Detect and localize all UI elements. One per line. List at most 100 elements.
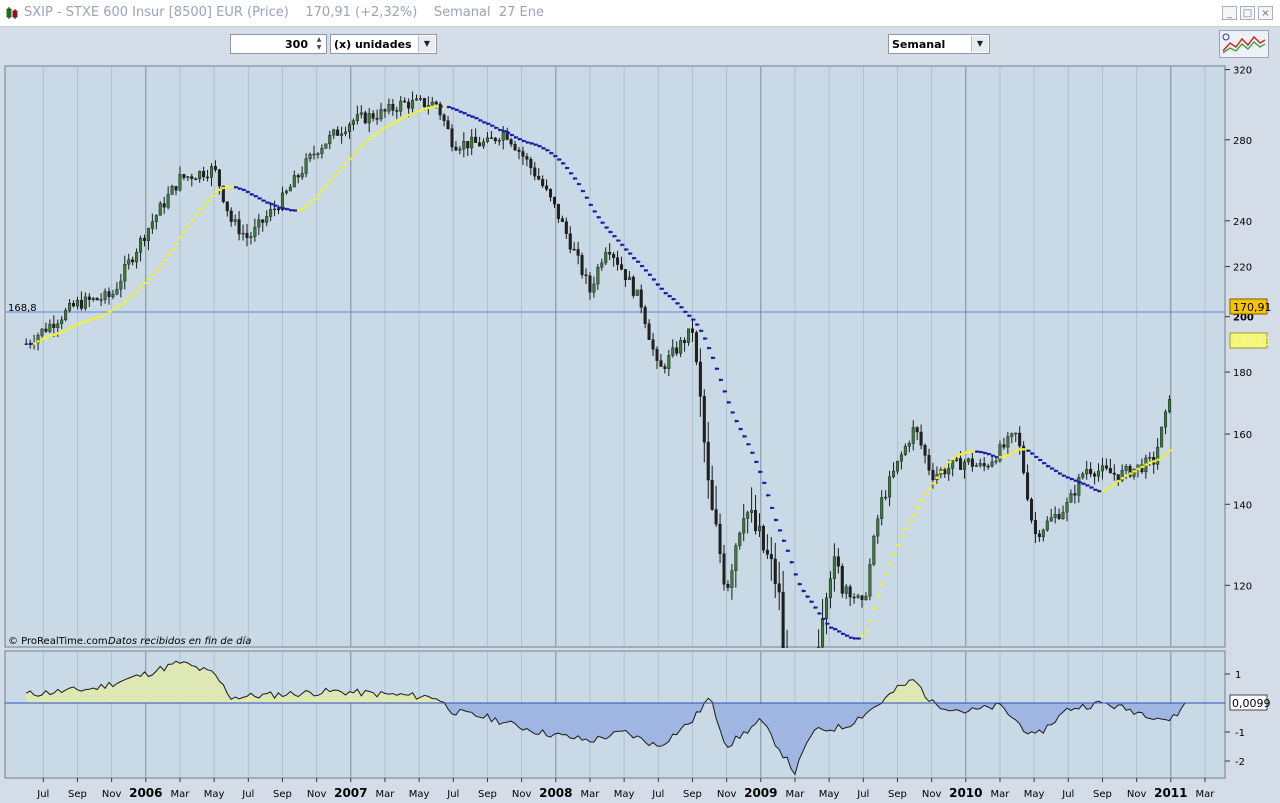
timeframe-select[interactable]: Semanal ▼ xyxy=(888,34,990,54)
moving-average-dot xyxy=(113,308,117,311)
y-axis-label: 120 xyxy=(1233,581,1252,592)
candle-body xyxy=(994,460,998,463)
moving-average-dot xyxy=(937,476,940,479)
candle-body xyxy=(671,347,675,356)
moving-average-dot xyxy=(957,454,960,457)
candle-body xyxy=(584,274,588,277)
x-axis-label: May xyxy=(1024,789,1045,800)
candle-body xyxy=(154,215,158,223)
x-axis-label: Nov xyxy=(717,789,737,800)
minimize-button[interactable]: _ xyxy=(1222,6,1237,20)
candle-body xyxy=(1116,474,1120,481)
moving-average-dot xyxy=(38,340,42,343)
candle-body xyxy=(864,595,868,600)
moving-average-dot xyxy=(961,453,964,456)
moving-average-dot xyxy=(590,203,594,206)
candle-body xyxy=(265,216,269,223)
moving-average-dot xyxy=(1170,449,1173,452)
candle-body xyxy=(596,267,600,285)
candle-body xyxy=(974,465,978,467)
moving-average-dot xyxy=(598,216,601,219)
candle-body xyxy=(706,441,710,481)
moving-average-dot xyxy=(310,201,314,204)
candle-body xyxy=(623,269,627,281)
moving-average-dot xyxy=(1146,463,1149,466)
moving-average-dot xyxy=(567,166,570,170)
y-axis-label: 160 xyxy=(1233,430,1252,441)
candle-body xyxy=(324,143,328,149)
candle-body xyxy=(1148,457,1152,459)
candle-body xyxy=(545,185,549,190)
candle-body xyxy=(288,186,292,192)
moving-average-dot xyxy=(681,306,684,309)
moving-average-dot xyxy=(1119,480,1122,483)
moving-average-dot xyxy=(949,460,952,464)
moving-average-dot xyxy=(933,482,937,485)
moving-average-dot xyxy=(161,263,164,267)
candle-body xyxy=(186,176,190,178)
chevron-down-icon[interactable]: ▼ xyxy=(971,36,988,52)
moving-average-dot xyxy=(650,273,653,276)
candle-body xyxy=(872,535,876,565)
moving-average-dot xyxy=(669,294,672,298)
moving-average-dot xyxy=(358,148,361,151)
moving-average-dot xyxy=(839,630,842,633)
candle-body xyxy=(422,98,426,108)
unit-select[interactable]: (x) unidades ▼ xyxy=(330,34,437,54)
moving-average-dot xyxy=(1032,452,1035,455)
candle-body xyxy=(1006,436,1010,448)
chevron-down-icon[interactable]: ▼ xyxy=(418,36,435,52)
moving-average-dot xyxy=(630,252,633,255)
osc-y-axis-label: -1 xyxy=(1235,728,1245,739)
candle-body xyxy=(836,556,840,567)
candle-body xyxy=(627,276,631,281)
candle-body xyxy=(1085,469,1089,475)
moving-average-dot xyxy=(795,573,799,576)
moving-average-dot xyxy=(1071,477,1075,481)
moving-average-dot xyxy=(460,110,463,113)
candle-body xyxy=(592,283,596,293)
candle-body xyxy=(225,201,229,212)
moving-average-dot xyxy=(385,126,389,129)
candle-body xyxy=(363,112,367,124)
moving-average-dot xyxy=(393,121,396,125)
candle-body xyxy=(746,512,750,519)
restore-button[interactable]: □ xyxy=(1240,6,1255,20)
candle-body xyxy=(292,175,296,188)
reference-line-label: 168,8 xyxy=(8,303,37,314)
candle-body xyxy=(178,174,182,191)
candle-body xyxy=(1077,477,1081,496)
candle-body xyxy=(418,98,422,100)
moving-average-dot xyxy=(646,269,649,272)
candle-body xyxy=(825,597,829,619)
candle-body xyxy=(876,518,880,537)
moving-average-dot xyxy=(271,203,274,206)
candle-body xyxy=(75,299,79,307)
candle-body xyxy=(1018,432,1022,447)
toolbar: 300 ▲ ▼ (x) unidades ▼ Semanal ▼ xyxy=(0,27,1280,64)
moving-average-dot xyxy=(374,134,377,138)
moving-average-dot xyxy=(784,539,787,542)
moving-average-dot xyxy=(70,326,73,329)
app-window: SXIP - STXE 600 Insur [8500] EUR (Price)… xyxy=(0,0,1280,803)
moving-average-dot xyxy=(941,470,944,473)
candle-body xyxy=(821,618,825,648)
close-button[interactable]: × xyxy=(1258,6,1273,20)
moving-average-dot xyxy=(508,131,511,134)
moving-average-dot xyxy=(787,549,791,552)
quantity-input[interactable]: 300 ▲ ▼ xyxy=(230,34,327,54)
quantity-stepper[interactable]: ▲ ▼ xyxy=(313,36,325,52)
moving-average-dot xyxy=(819,612,822,615)
moving-average-dot xyxy=(1162,456,1165,459)
x-axis-label: Mar xyxy=(1196,789,1216,800)
moving-average-dot xyxy=(82,321,85,324)
price-chart[interactable]: 32028024022020018016014012010080 168,8 1… xyxy=(0,65,1280,648)
candle-body xyxy=(754,510,758,532)
candle-body xyxy=(982,463,986,467)
moving-average-dot xyxy=(1060,472,1063,475)
x-axis-label: May xyxy=(819,789,840,800)
chart-style-button[interactable] xyxy=(1219,30,1269,58)
candle-body xyxy=(359,112,363,115)
x-axis-label: May xyxy=(614,789,635,800)
oscillator-chart[interactable]: 1 -1 -2 0,0099 Jul Sep Nov 2006 Mar May Jul Sep No… xyxy=(0,650,1280,803)
